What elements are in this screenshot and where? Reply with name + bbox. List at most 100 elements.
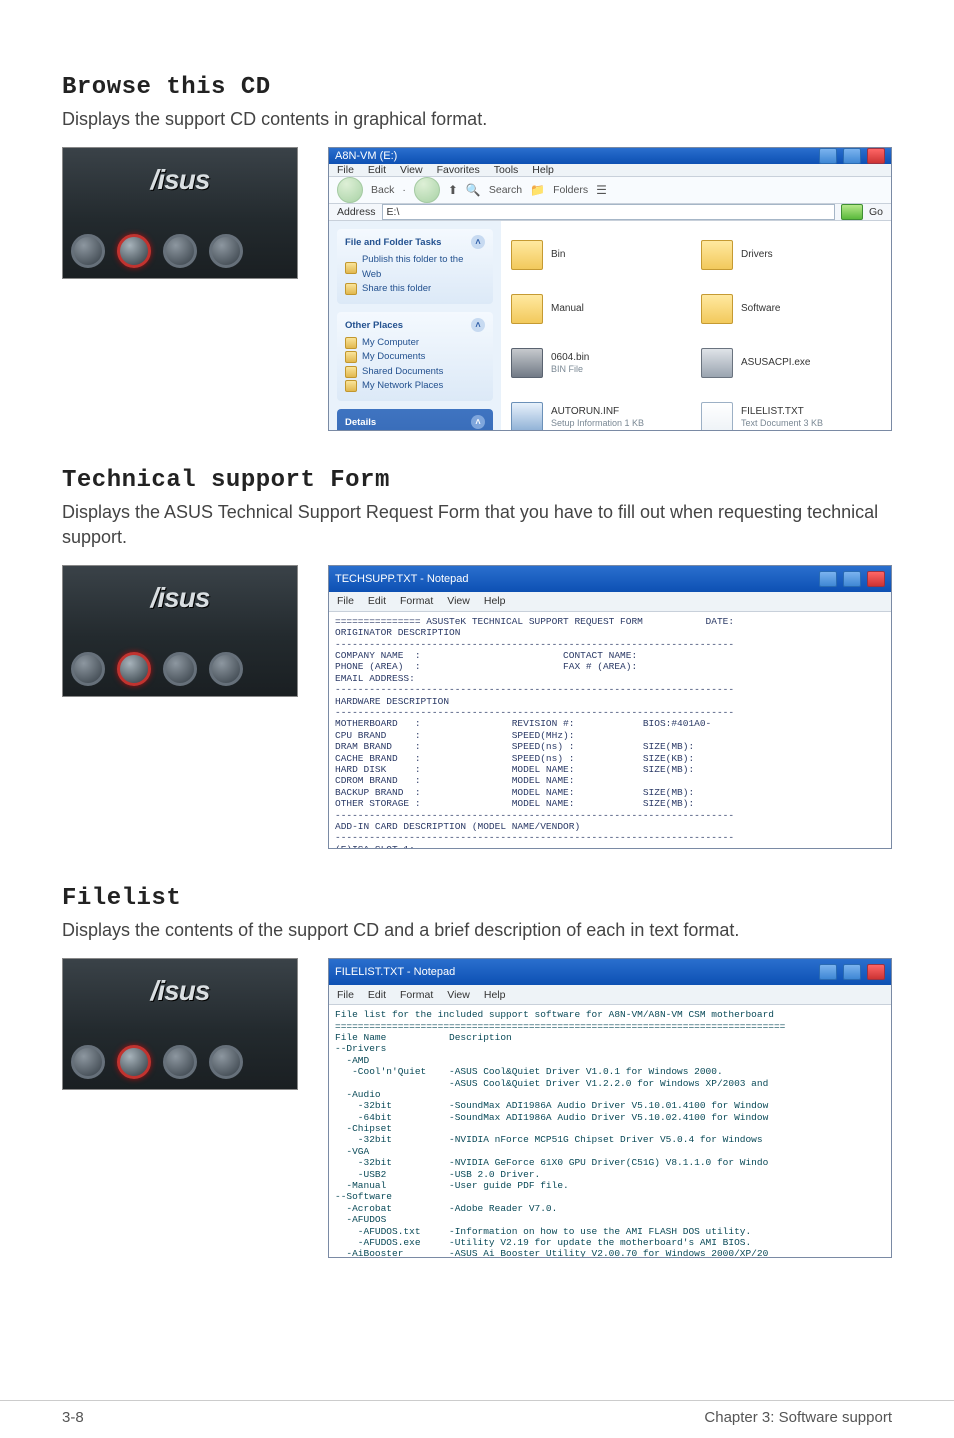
panel-details-title: Details xyxy=(345,417,376,428)
search-icon[interactable]: 🔍 xyxy=(466,183,481,197)
menu-tools[interactable]: Tools xyxy=(494,164,519,176)
menu-file[interactable]: File xyxy=(337,989,354,1001)
menu-view[interactable]: View xyxy=(447,595,470,607)
close-button[interactable] xyxy=(867,571,885,587)
menu-edit[interactable]: Edit xyxy=(368,989,386,1001)
menu-help[interactable]: Help xyxy=(484,595,506,607)
explorer-menubar[interactable]: File Edit View Favorites Tools Help xyxy=(329,164,891,177)
close-button[interactable] xyxy=(867,148,885,164)
minimize-button[interactable] xyxy=(819,571,837,587)
folder-item[interactable]: Bin xyxy=(511,231,691,279)
notepad-titlebar: TECHSUPP.TXT - Notepad xyxy=(329,566,891,592)
explorer-window: A8N-VM (E:) File Edit View Favorites Too… xyxy=(328,147,892,431)
place-icon xyxy=(345,366,357,378)
place-icon xyxy=(345,337,357,349)
file-item[interactable]: ASUSACPI.exe xyxy=(701,339,881,387)
menu-file[interactable]: File xyxy=(337,595,354,607)
close-button[interactable] xyxy=(867,964,885,980)
panel-places: Other Places ˄ My Computer My Documents S… xyxy=(337,312,493,401)
views-icon[interactable]: ☰ xyxy=(596,183,607,197)
menu-view[interactable]: View xyxy=(400,164,423,176)
thumb-icon-highlight xyxy=(117,1045,151,1079)
notepad-body[interactable]: File list for the included support softw… xyxy=(329,1005,891,1257)
folder-item[interactable]: Drivers xyxy=(701,231,881,279)
up-icon[interactable]: ⬆ xyxy=(448,183,458,197)
go-button[interactable] xyxy=(841,204,863,220)
folder-icon xyxy=(511,240,543,270)
heading-filelist: Filelist xyxy=(62,885,892,912)
file-item[interactable]: FILELIST.TXTText Document 3 KB xyxy=(701,393,881,431)
address-bar: Address E:\ Go xyxy=(329,204,891,221)
explorer-toolbar: Back · ⬆ 🔍 Search 📁 Folders ☰ xyxy=(329,177,891,204)
menu-edit[interactable]: Edit xyxy=(368,164,386,176)
notepad-titlebar: FILELIST.TXT - Notepad xyxy=(329,959,891,985)
file-name: FILELIST.TXT xyxy=(741,406,823,418)
notepad-menubar[interactable]: File Edit Format View Help xyxy=(329,985,891,1005)
task-item[interactable]: Publish this folder to the Web xyxy=(362,253,485,282)
desc-browse: Displays the support CD contents in grap… xyxy=(62,107,892,131)
menu-help[interactable]: Help xyxy=(532,164,554,176)
menu-favorites[interactable]: Favorites xyxy=(437,164,480,176)
address-field[interactable]: E:\ xyxy=(382,204,835,220)
chapter-label: Chapter 3: Software support xyxy=(704,1409,892,1426)
panel-places-title: Other Places xyxy=(345,320,403,331)
asus-logo: /isus xyxy=(151,975,210,1007)
thumb-techsupport: /isus xyxy=(62,565,298,697)
file-name: Drivers xyxy=(741,249,773,261)
notepad-techsupp: TECHSUPP.TXT - Notepad File Edit Format … xyxy=(328,565,892,849)
minimize-button[interactable] xyxy=(819,148,837,164)
folder-icon xyxy=(511,294,543,324)
txt-icon xyxy=(701,402,733,431)
forward-button[interactable] xyxy=(414,177,440,203)
folder-item[interactable]: Software xyxy=(701,285,881,333)
place-item[interactable]: My Network Places xyxy=(362,379,443,393)
file-item[interactable]: 0604.binBIN File xyxy=(511,339,691,387)
notepad-filelist: FILELIST.TXT - Notepad File Edit Format … xyxy=(328,958,892,1258)
address-value: E:\ xyxy=(387,206,400,218)
folders-icon[interactable]: 📁 xyxy=(530,183,545,197)
search-label: Search xyxy=(489,184,522,196)
folder-item[interactable]: Manual xyxy=(511,285,691,333)
heading-techsupport: Technical support Form xyxy=(62,467,892,494)
file-sub: Setup Information 1 KB xyxy=(551,418,644,429)
notepad-body[interactable]: =============== ASUSTeK TECHNICAL SUPPOR… xyxy=(329,612,891,848)
menu-format[interactable]: Format xyxy=(400,989,433,1001)
minimize-button[interactable] xyxy=(819,964,837,980)
asus-logo: /isus xyxy=(151,164,210,196)
maximize-button[interactable] xyxy=(843,964,861,980)
file-sub: Text Document 3 KB xyxy=(741,418,823,429)
folder-icon xyxy=(701,294,733,324)
notepad-menubar[interactable]: File Edit Format View Help xyxy=(329,592,891,612)
thumb-icon xyxy=(163,652,197,686)
chevron-up-icon[interactable]: ˄ xyxy=(471,235,485,249)
thumb-icon xyxy=(71,234,105,268)
place-item[interactable]: Shared Documents xyxy=(362,365,443,379)
chevron-up-icon[interactable]: ˄ xyxy=(471,318,485,332)
file-item[interactable]: AUTORUN.INFSetup Information 1 KB xyxy=(511,393,691,431)
exe-icon xyxy=(701,348,733,378)
place-item[interactable]: My Computer xyxy=(362,336,419,350)
asus-logo: /isus xyxy=(151,582,210,614)
panel-details: Details˄ A8N-VM (E:) CD Drive File Syste… xyxy=(337,409,493,431)
bin-icon xyxy=(511,348,543,378)
back-button[interactable] xyxy=(337,177,363,203)
go-label: Go xyxy=(869,206,883,218)
task-icon xyxy=(345,283,357,295)
menu-file[interactable]: File xyxy=(337,164,354,176)
file-name: Bin xyxy=(551,249,565,261)
maximize-button[interactable] xyxy=(843,148,861,164)
chevron-up-icon[interactable]: ˄ xyxy=(471,415,485,429)
thumb-browse: /isus xyxy=(62,147,298,279)
window-title: FILELIST.TXT - Notepad xyxy=(335,966,455,978)
menu-view[interactable]: View xyxy=(447,989,470,1001)
menu-edit[interactable]: Edit xyxy=(368,595,386,607)
menu-help[interactable]: Help xyxy=(484,989,506,1001)
task-item[interactable]: Share this folder xyxy=(362,282,431,296)
place-item[interactable]: My Documents xyxy=(362,350,425,364)
thumb-icon xyxy=(163,1045,197,1079)
desc-techsupport: Displays the ASUS Technical Support Requ… xyxy=(62,500,892,549)
menu-format[interactable]: Format xyxy=(400,595,433,607)
maximize-button[interactable] xyxy=(843,571,861,587)
file-name: ASUSACPI.exe xyxy=(741,357,810,369)
file-name: Manual xyxy=(551,303,584,315)
